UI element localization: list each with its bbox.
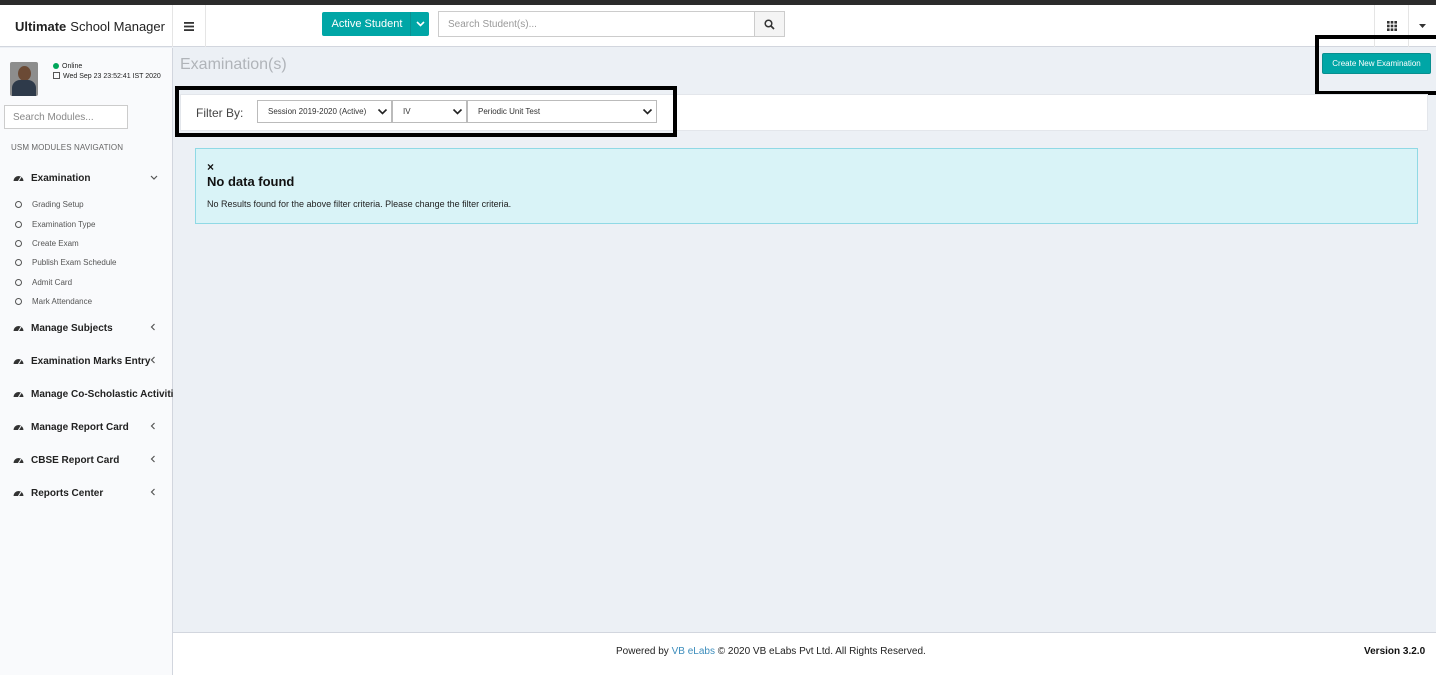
sidebar-item-label: Examination Marks Entry (31, 355, 151, 367)
dashboard-icon (13, 488, 24, 499)
no-data-alert (195, 148, 1418, 224)
powered-by-text: Powered by (616, 646, 669, 657)
dashboard-icon (13, 323, 24, 334)
submenu-publish-exam-schedule[interactable]: Publish Exam Schedule (0, 254, 173, 270)
sidebar-item-label: Reports Center (31, 487, 104, 499)
hamburger-icon (184, 21, 194, 31)
footer-credits: Powered by VB eLabs © 2020 VB eLabs Pvt … (616, 646, 926, 657)
online-status: Online (62, 63, 83, 70)
chevron-left-icon (150, 422, 156, 432)
alert-title: No data found (207, 174, 295, 189)
dashboard-icon (13, 356, 24, 367)
alert-message: No Results found for the above filter cr… (207, 199, 512, 209)
sidebar-item-label: CBSE Report Card (31, 454, 120, 466)
dashboard-icon (13, 389, 24, 400)
submenu-label: Mark Attendance (32, 296, 93, 306)
sidebar-item-label: Manage Subjects (31, 322, 113, 334)
logo-text: School Manager (70, 18, 165, 34)
chevron-down-icon (410, 12, 429, 36)
chevron-left-icon (150, 455, 156, 465)
chevron-down-icon (150, 173, 158, 183)
submenu-mark-attendance[interactable]: Mark Attendance (0, 293, 173, 309)
calendar-icon (53, 72, 60, 79)
highlight-box (175, 86, 677, 137)
submenu-examination-type[interactable]: Examination Type (0, 216, 173, 232)
copyright-text: © 2020 VB eLabs Pvt Ltd. All Rights Rese… (717, 646, 926, 657)
sidebar: Online Wed Sep 23 23:52:41 IST 2020 USM … (0, 48, 173, 675)
active-student-label: Active Student (331, 18, 403, 30)
online-dot-icon (53, 63, 59, 69)
circle-icon (15, 278, 22, 286)
sidebar-item-examination-marks-entry[interactable]: Examination Marks Entry (0, 351, 173, 371)
avatar[interactable] (10, 62, 38, 96)
submenu-label: Create Exam (32, 238, 79, 248)
chevron-left-icon (150, 356, 156, 366)
sidebar-toggle-button[interactable] (173, 5, 206, 47)
current-datetime: Wed Sep 23 23:52:41 IST 2020 (63, 73, 161, 80)
dashboard-icon (13, 455, 24, 466)
grid-icon (1386, 21, 1397, 31)
module-search-input[interactable] (4, 105, 128, 129)
student-search-button[interactable] (755, 11, 785, 37)
sidebar-item-label: Manage Report Card (31, 421, 129, 433)
sidebar-item-reports-center[interactable]: Reports Center (0, 483, 173, 503)
dashboard-icon (13, 422, 24, 433)
app-logo[interactable]: Ultimate School Manager (0, 5, 173, 47)
chevron-left-icon (150, 488, 156, 498)
app-version: Version 3.2.0 (1364, 646, 1426, 657)
student-search-input[interactable] (438, 11, 755, 37)
company-link[interactable]: VB eLabs (672, 646, 715, 657)
close-icon[interactable]: × (207, 160, 214, 174)
submenu-label: Publish Exam Schedule (32, 257, 117, 267)
sidebar-item-manage-subjects[interactable]: Manage Subjects (0, 318, 173, 338)
nav-section-header: USM MODULES NAVIGATION (11, 143, 124, 152)
search-icon (764, 18, 775, 30)
page-title: Examination(s) (180, 56, 287, 73)
chevron-left-icon (150, 323, 156, 333)
sidebar-item-manage-report-card[interactable]: Manage Report Card (0, 417, 173, 437)
circle-icon (15, 239, 22, 247)
submenu-create-exam[interactable]: Create Exam (0, 235, 173, 251)
sidebar-item-examination[interactable]: Examination (0, 168, 173, 188)
dashboard-icon (13, 173, 24, 184)
circle-icon (15, 200, 22, 208)
circle-icon (15, 258, 22, 266)
top-navbar: Ultimate School Manager Active Student (0, 5, 1436, 47)
submenu-admit-card[interactable]: Admit Card (0, 274, 173, 290)
caret-down-icon (1419, 24, 1426, 28)
sidebar-item-label: Manage Co-Scholastic Activities (31, 388, 173, 400)
submenu-label: Examination Type (32, 219, 96, 229)
logo-bold-text: Ultimate (15, 18, 67, 34)
circle-icon (15, 220, 22, 228)
sidebar-item-cbse-report-card[interactable]: CBSE Report Card (0, 450, 173, 470)
sidebar-item-manage-co-scholastic-activities[interactable]: Manage Co-Scholastic Activities (0, 384, 173, 404)
submenu-grading-setup[interactable]: Grading Setup (0, 196, 173, 212)
user-panel-info: Online Wed Sep 23 23:52:41 IST 2020 (53, 62, 161, 82)
circle-icon (15, 297, 22, 305)
submenu-label: Admit Card (32, 277, 73, 287)
highlight-box (1315, 35, 1436, 95)
submenu-label: Grading Setup (32, 199, 84, 209)
sidebar-item-label: Examination (31, 172, 91, 184)
active-student-dropdown[interactable]: Active Student (322, 12, 429, 36)
